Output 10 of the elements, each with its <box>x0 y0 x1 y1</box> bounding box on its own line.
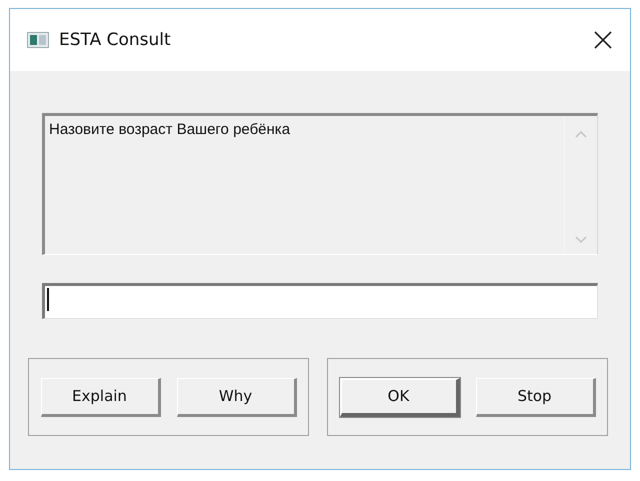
close-icon <box>594 31 612 49</box>
text-cursor <box>47 288 49 311</box>
dialog-button[interactable]: Why <box>176 378 296 416</box>
dialog-button[interactable]: Stop <box>476 378 596 416</box>
dialog-button[interactable]: Explain <box>40 378 160 416</box>
app-icon <box>27 32 49 48</box>
question-text: Назовите возраст Вашего ребёнка <box>48 120 292 140</box>
answer-field[interactable] <box>42 283 598 319</box>
window-title: ESTA Consult <box>59 30 172 50</box>
dialog-button[interactable]: OK <box>340 378 460 416</box>
